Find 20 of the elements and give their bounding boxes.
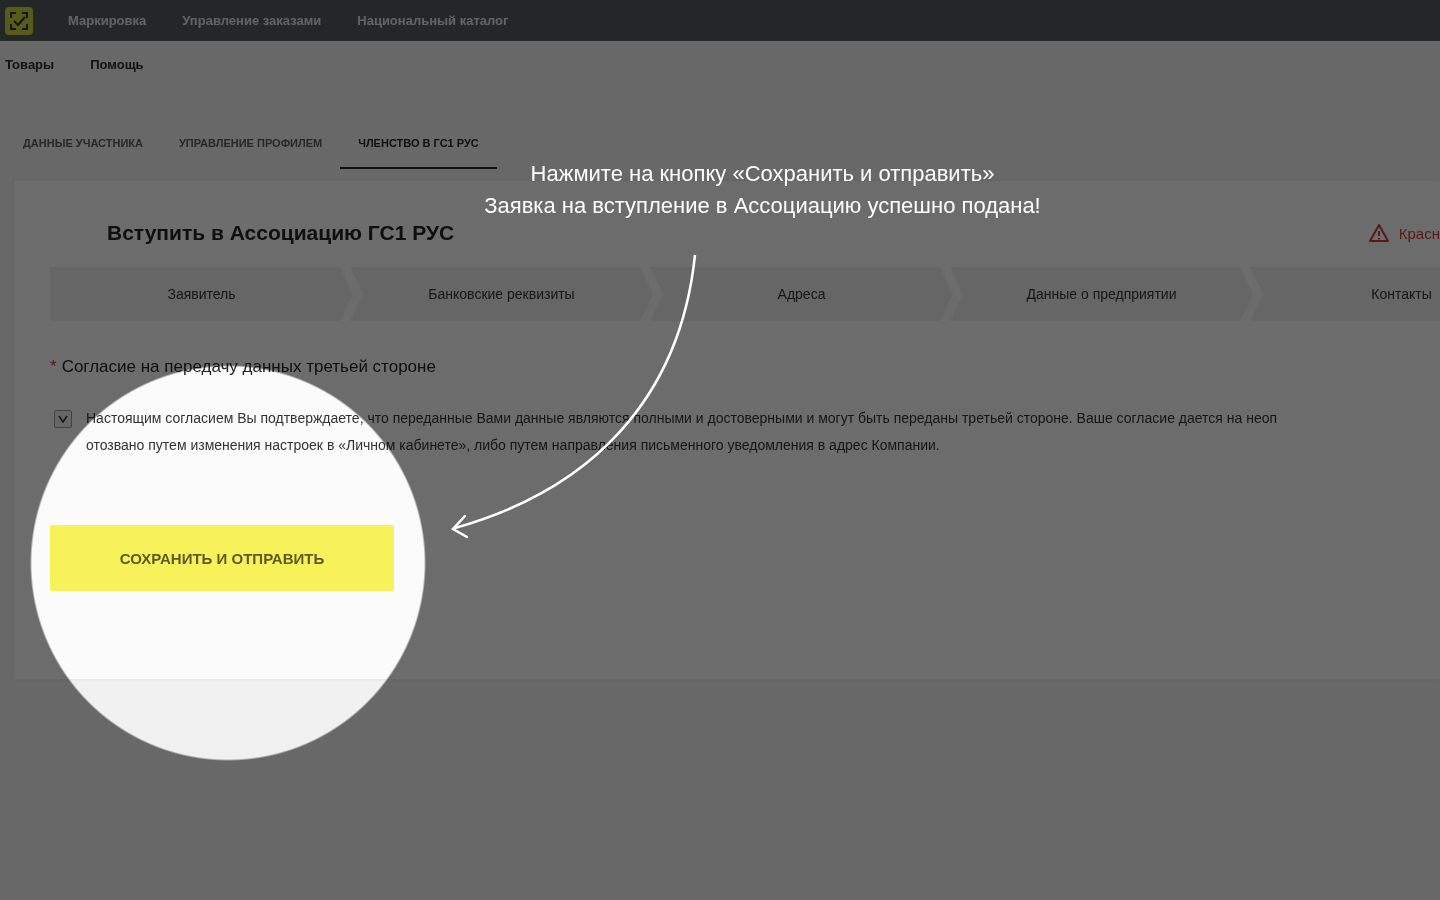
step[interactable]: Контакты xyxy=(1250,267,1440,321)
check-icon xyxy=(58,415,68,423)
required-mark: * xyxy=(50,357,57,377)
warning-icon xyxy=(1368,224,1389,242)
nav-link[interactable]: Товары xyxy=(5,57,55,89)
submit-button[interactable]: СОХРАНИТЬ И ОТПРАВИТЬ xyxy=(50,525,394,591)
step[interactable]: Адреса xyxy=(650,267,953,321)
hint-text: Заявка на вступление в Ассоциацию успешно подана! xyxy=(484,192,1041,220)
step[interactable]: Данные о предприятии xyxy=(950,267,1253,321)
logo-icon[interactable] xyxy=(5,6,33,35)
warning-text: Красн xyxy=(1398,224,1440,242)
hint-text: Нажмите на кнопку «Сохранить и отправить» xyxy=(530,160,995,188)
step[interactable]: Банковские реквизиты xyxy=(350,267,653,321)
step[interactable]: Заявитель xyxy=(50,267,353,321)
page-title: Вступить в Ассоциацию ГС1 РУС xyxy=(107,221,455,245)
tab[interactable]: УПРАВЛЕНИЕ ПРОФИЛЕМ xyxy=(160,127,341,169)
tab[interactable]: ДАННЫЕ УЧАСТНИКА xyxy=(5,127,161,169)
checkbox[interactable] xyxy=(54,410,72,428)
tab[interactable]: ЧЛЕНСТВО В ГС1 РУС xyxy=(340,127,497,169)
nav-link[interactable]: Помощь xyxy=(90,57,144,89)
